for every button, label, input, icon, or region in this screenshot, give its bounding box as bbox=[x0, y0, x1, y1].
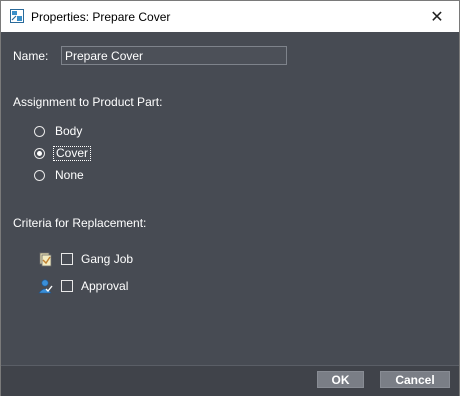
close-button[interactable]: ✕ bbox=[415, 1, 459, 32]
approval-icon bbox=[38, 279, 53, 294]
radio-button[interactable] bbox=[34, 147, 45, 159]
checkbox[interactable] bbox=[61, 253, 73, 265]
name-label: Name: bbox=[13, 49, 49, 63]
radio-label: Cover bbox=[53, 145, 92, 161]
radio-label: None bbox=[55, 168, 84, 182]
name-input[interactable] bbox=[61, 46, 287, 65]
radio-label: Body bbox=[55, 124, 83, 138]
radio-button[interactable] bbox=[34, 125, 45, 137]
dialog-footer: OK Cancel bbox=[1, 365, 459, 396]
cancel-button[interactable]: Cancel bbox=[380, 371, 450, 388]
app-icon bbox=[10, 9, 24, 23]
criteria-option-approval[interactable]: Approval bbox=[37, 277, 128, 295]
dialog-content: Name: Assignment to Product Part: Body C… bbox=[1, 32, 459, 365]
assignment-heading: Assignment to Product Part: bbox=[13, 95, 163, 109]
checkbox-label: Approval bbox=[81, 279, 129, 293]
radio-option-body[interactable]: Body bbox=[34, 123, 84, 139]
window-title: Properties: Prepare Cover bbox=[31, 10, 171, 24]
radio-button[interactable] bbox=[34, 169, 45, 181]
close-icon: ✕ bbox=[430, 8, 444, 26]
ok-button[interactable]: OK bbox=[317, 371, 364, 388]
criteria-option-gang-job[interactable]: Gang Job bbox=[37, 250, 133, 268]
gang-job-icon bbox=[39, 252, 52, 267]
title-bar[interactable]: Properties: Prepare Cover ✕ bbox=[1, 1, 459, 32]
properties-dialog: Properties: Prepare Cover ✕ Name: Assign… bbox=[0, 0, 460, 396]
criteria-heading: Criteria for Replacement: bbox=[13, 216, 147, 230]
radio-option-cover[interactable]: Cover bbox=[34, 145, 92, 161]
checkbox[interactable] bbox=[61, 280, 73, 292]
checkbox-label: Gang Job bbox=[81, 252, 134, 266]
radio-option-none[interactable]: None bbox=[34, 167, 86, 183]
